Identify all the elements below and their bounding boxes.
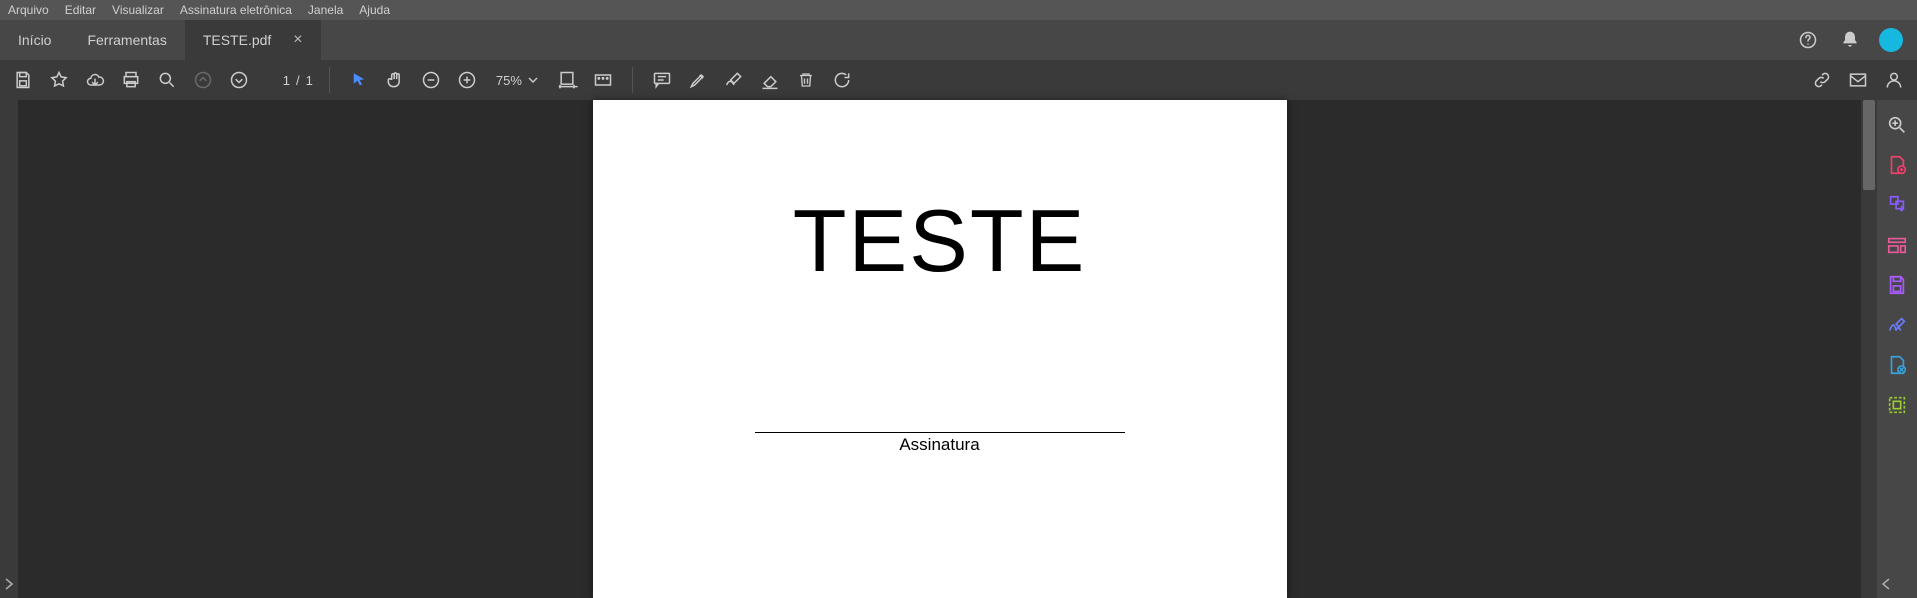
left-panel xyxy=(0,100,18,598)
topbar-right-controls xyxy=(1795,27,1917,53)
menu-assinatura[interactable]: Assinatura eletrônica xyxy=(180,3,292,17)
fit-page-icon[interactable] xyxy=(590,67,616,93)
zoom-in-icon[interactable] xyxy=(454,67,480,93)
menu-ajuda[interactable]: Ajuda xyxy=(359,3,390,17)
selection-tool-icon[interactable] xyxy=(346,67,372,93)
expand-left-icon[interactable] xyxy=(4,578,14,590)
help-icon[interactable] xyxy=(1795,27,1821,53)
content-area: TESTE Assinatura xyxy=(0,100,1917,598)
menu-editar[interactable]: Editar xyxy=(65,3,96,17)
menu-janela[interactable]: Janela xyxy=(308,3,343,17)
zoom-out-icon[interactable] xyxy=(418,67,444,93)
create-pdf-icon[interactable] xyxy=(1886,154,1908,176)
close-tab-icon[interactable]: × xyxy=(293,31,302,49)
link-icon[interactable] xyxy=(1809,67,1835,93)
page-indicator: / 1 xyxy=(262,70,313,90)
print-icon[interactable] xyxy=(118,67,144,93)
find-icon[interactable] xyxy=(154,67,180,93)
export-pdf-icon[interactable] xyxy=(1886,274,1908,296)
signature-line xyxy=(755,432,1125,433)
fit-width-icon[interactable] xyxy=(554,67,580,93)
page-down-icon[interactable] xyxy=(226,67,252,93)
comment-icon[interactable] xyxy=(649,67,675,93)
tab-document-label: TESTE.pdf xyxy=(203,32,271,48)
tab-document[interactable]: TESTE.pdf × xyxy=(185,20,321,60)
sign-icon[interactable] xyxy=(1886,314,1908,336)
vertical-scrollbar[interactable] xyxy=(1861,100,1877,598)
tab-home[interactable]: Início xyxy=(0,20,69,60)
page-up-icon[interactable] xyxy=(190,67,216,93)
hand-tool-icon[interactable] xyxy=(382,67,408,93)
combine-icon[interactable] xyxy=(1886,194,1908,216)
account-avatar[interactable] xyxy=(1879,28,1903,52)
menu-arquivo[interactable]: Arquivo xyxy=(8,3,49,17)
draw-icon[interactable] xyxy=(721,67,747,93)
scrollbar-thumb[interactable] xyxy=(1863,100,1875,190)
organize-icon[interactable] xyxy=(1886,354,1908,376)
zoom-select[interactable]: 75% xyxy=(490,73,544,88)
toolbar: / 1 75% xyxy=(0,60,1917,100)
tab-tools[interactable]: Ferramentas xyxy=(69,20,184,60)
email-icon[interactable] xyxy=(1845,67,1871,93)
tab-bar: Início Ferramentas TESTE.pdf × xyxy=(0,20,1917,60)
share-icon[interactable] xyxy=(1881,67,1907,93)
page-total: 1 xyxy=(306,73,313,88)
delete-icon[interactable] xyxy=(793,67,819,93)
search-panel-icon[interactable] xyxy=(1886,114,1908,136)
document-heading: TESTE xyxy=(593,190,1287,292)
menubar: Arquivo Editar Visualizar Assinatura ele… xyxy=(0,0,1917,20)
collapse-right-icon[interactable] xyxy=(1881,578,1891,590)
cloud-icon[interactable] xyxy=(82,67,108,93)
compress-icon[interactable] xyxy=(1886,394,1908,416)
signature-label: Assinatura xyxy=(593,435,1287,455)
document-viewport[interactable]: TESTE Assinatura xyxy=(18,100,1861,598)
menu-visualizar[interactable]: Visualizar xyxy=(112,3,164,17)
save-icon[interactable] xyxy=(10,67,36,93)
erase-icon[interactable] xyxy=(757,67,783,93)
document-page: TESTE Assinatura xyxy=(593,100,1287,598)
rotate-icon[interactable] xyxy=(829,67,855,93)
highlight-icon[interactable] xyxy=(685,67,711,93)
edit-pdf-icon[interactable] xyxy=(1886,234,1908,256)
page-current-input[interactable] xyxy=(262,70,290,90)
notification-icon[interactable] xyxy=(1837,27,1863,53)
chevron-down-icon xyxy=(528,75,538,85)
right-tool-panel xyxy=(1877,100,1917,598)
star-icon[interactable] xyxy=(46,67,72,93)
signature-block: Assinatura xyxy=(593,432,1287,455)
